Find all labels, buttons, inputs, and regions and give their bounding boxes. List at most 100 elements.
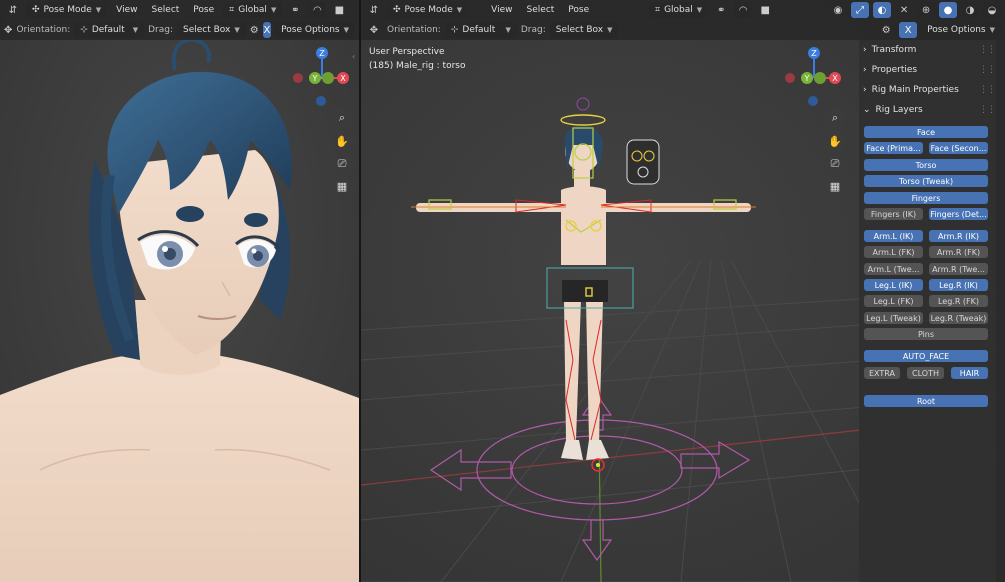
pan-hand-icon[interactable]: ✋ xyxy=(824,130,846,152)
mode-dropdown[interactable]: ✣ Pose Mode ▼ xyxy=(387,2,469,18)
transform-orientation-dropdown[interactable]: ⌗ Global ▼ xyxy=(223,2,283,18)
orientation-icon: ⊹ xyxy=(450,25,459,35)
section-properties[interactable]: › Properties ⋮⋮ xyxy=(863,65,1003,75)
grid-view-icon[interactable]: ▦ xyxy=(331,175,353,197)
layer-face-primary-button[interactable]: Face (Prima... xyxy=(864,142,923,154)
layer-pins-button[interactable]: Pins xyxy=(864,328,988,340)
chevron-down-icon: ▼ xyxy=(607,26,613,34)
layer-leg-l-ik-button[interactable]: Leg.L (IK) xyxy=(864,279,923,291)
options-icon[interactable]: ⚙ xyxy=(877,22,895,38)
layer-leg-r-fk-button[interactable]: Leg.R (FK) xyxy=(929,295,988,307)
layer-face-secondary-button[interactable]: Face (Secon... xyxy=(929,142,988,154)
navigation-gizmo[interactable]: Z Y X xyxy=(290,45,355,110)
snap-icon[interactable]: ◠ xyxy=(308,2,327,18)
layer-cloth-button[interactable]: CLOTH xyxy=(907,367,944,379)
sidebar-tab-strip[interactable] xyxy=(996,40,1005,582)
layer-auto-face-button[interactable]: AUTO_FACE xyxy=(864,350,988,362)
drag-dropdown[interactable]: Select Box ▼ xyxy=(177,22,246,38)
orientation-dropdown[interactable]: ⊹ Default ▼ xyxy=(74,22,145,38)
navigation-gizmo[interactable]: Z Y X xyxy=(782,45,847,110)
pivot-icon[interactable]: ⚭ xyxy=(712,2,730,18)
x-mirror-toggle[interactable]: X xyxy=(899,22,918,38)
menu-select[interactable]: Select xyxy=(147,5,185,15)
layer-torso-button[interactable]: Torso xyxy=(864,159,988,171)
layer-extra-button[interactable]: EXTRA xyxy=(864,367,900,379)
menu-view[interactable]: View xyxy=(111,5,142,15)
drag-grip-icon[interactable]: ⋮⋮ xyxy=(979,105,996,115)
layer-face-button[interactable]: Face xyxy=(864,126,988,138)
section-rig-main-properties[interactable]: › Rig Main Properties ⋮⋮ xyxy=(863,85,1003,95)
editor-type-icon[interactable]: ⇵ xyxy=(4,2,22,18)
grid-view-icon[interactable]: ▦ xyxy=(824,175,846,197)
camera-icon[interactable]: ⎚ xyxy=(824,153,846,175)
rendered-shading-icon[interactable]: ◒ xyxy=(983,2,1002,18)
left-header-bar: ⇵ ✣ Pose Mode ▼ View Select Pose ⌗ Global ▼ … xyxy=(0,0,359,20)
pose-options-dropdown[interactable]: Pose Options ▼ xyxy=(921,22,1001,38)
left-viewport[interactable]: ⇵ ✣ Pose Mode ▼ View Select Pose ⌗ Global ▼ … xyxy=(0,0,359,582)
snap-icon[interactable]: ◠ xyxy=(734,2,753,18)
editor-type-icon[interactable]: ⇵ xyxy=(365,2,383,18)
proportional-edit-icon[interactable]: ■ xyxy=(756,2,774,18)
layer-fingers-button[interactable]: Fingers xyxy=(864,192,988,204)
layer-fingers-ik-button[interactable]: Fingers (IK) xyxy=(864,208,923,220)
viewport-object-info: (185) Male_rig : torso xyxy=(369,61,466,71)
orientation-label: Orientation: xyxy=(387,25,441,35)
layer-hair-button[interactable]: HAIR xyxy=(951,367,988,379)
layer-arm-l-tweak-button[interactable]: Arm.L (Twe... xyxy=(864,263,923,275)
layer-arm-l-ik-button[interactable]: Arm.L (IK) xyxy=(864,230,923,242)
menu-pose[interactable]: Pose xyxy=(563,5,594,15)
xray-icon[interactable]: ✕ xyxy=(895,2,913,18)
svg-text:Y: Y xyxy=(312,74,318,83)
layer-leg-r-ik-button[interactable]: Leg.R (IK) xyxy=(929,279,988,291)
camera-icon[interactable]: ⎚ xyxy=(331,153,353,175)
menu-select[interactable]: Select xyxy=(522,5,560,15)
layer-root-button[interactable]: Root xyxy=(864,395,988,407)
drag-grip-icon[interactable]: ⋮⋮ xyxy=(979,85,996,95)
chevron-down-icon: ⌄ xyxy=(863,105,871,115)
chevron-down-icon: ▼ xyxy=(696,6,703,14)
transform-orientation-dropdown[interactable]: ⌗ Global ▼ xyxy=(648,2,709,18)
layer-arm-r-ik-button[interactable]: Arm.R (IK) xyxy=(929,230,988,242)
layer-arm-r-tweak-button[interactable]: Arm.R (Twe... xyxy=(929,263,988,275)
pan-hand-icon[interactable]: ✋ xyxy=(331,130,353,152)
drag-grip-icon[interactable]: ⋮⋮ xyxy=(979,45,996,55)
proportional-edit-icon[interactable]: ■ xyxy=(330,2,348,18)
pose-mode-icon: ✣ xyxy=(32,5,40,15)
drag-label: Drag: xyxy=(520,25,546,35)
orientation-dropdown[interactable]: ⊹ Default ▼ xyxy=(444,22,517,38)
wireframe-shading-icon[interactable]: ⊕ xyxy=(917,2,936,18)
layer-arm-r-fk-button[interactable]: Arm.R (FK) xyxy=(929,246,988,258)
move-tool-icon[interactable]: ✥ xyxy=(4,22,12,38)
overlay-toggle-icon[interactable]: ◐ xyxy=(873,2,892,18)
region-toggle-icon[interactable]: ‹ xyxy=(352,52,358,64)
layer-leg-l-tweak-button[interactable]: Leg.L (Tweak) xyxy=(864,312,923,324)
visibility-icon[interactable]: ◉ xyxy=(829,2,847,18)
gizmo-toggle-icon[interactable]: ⤢ xyxy=(851,2,870,18)
section-rig-layers[interactable]: ⌄ Rig Layers ⋮⋮ xyxy=(863,105,1003,115)
drag-dropdown[interactable]: Select Box ▼ xyxy=(549,22,619,38)
chevron-right-icon: › xyxy=(863,65,867,75)
pivot-icon[interactable]: ⚭ xyxy=(286,2,304,18)
section-transform[interactable]: › Transform ⋮⋮ xyxy=(863,45,1003,55)
chevron-down-icon: ▼ xyxy=(270,6,277,14)
chevron-down-icon: ▼ xyxy=(505,26,511,34)
layer-arm-l-fk-button[interactable]: Arm.L (FK) xyxy=(864,246,923,258)
layer-torso-tweak-button[interactable]: Torso (Tweak) xyxy=(864,175,988,187)
solid-shading-icon[interactable]: ● xyxy=(939,2,958,18)
x-mirror-toggle[interactable]: X xyxy=(262,22,272,38)
options-icon[interactable]: ⚙ xyxy=(250,22,259,38)
main-viewport[interactable]: ⇵ ✣ Pose Mode ▼ View Select Pose ⌗ Global ▼ … xyxy=(361,0,1005,582)
move-tool-icon[interactable]: ✥ xyxy=(365,22,383,38)
layer-leg-r-tweak-button[interactable]: Leg.R (Tweak) xyxy=(929,312,988,324)
chevron-right-icon: › xyxy=(863,85,867,95)
material-shading-icon[interactable]: ◑ xyxy=(961,2,980,18)
menu-pose[interactable]: Pose xyxy=(188,5,219,15)
zoom-icon[interactable]: ⌕ xyxy=(331,107,353,129)
mode-dropdown[interactable]: ✣ Pose Mode ▼ xyxy=(26,2,108,18)
menu-view[interactable]: View xyxy=(486,5,517,15)
zoom-icon[interactable]: ⌕ xyxy=(824,107,846,129)
layer-leg-l-fk-button[interactable]: Leg.L (FK) xyxy=(864,295,923,307)
drag-grip-icon[interactable]: ⋮⋮ xyxy=(979,65,996,75)
pose-options-dropdown[interactable]: Pose Options ▼ xyxy=(275,22,355,38)
layer-fingers-detail-button[interactable]: Fingers (Det... xyxy=(929,208,988,220)
